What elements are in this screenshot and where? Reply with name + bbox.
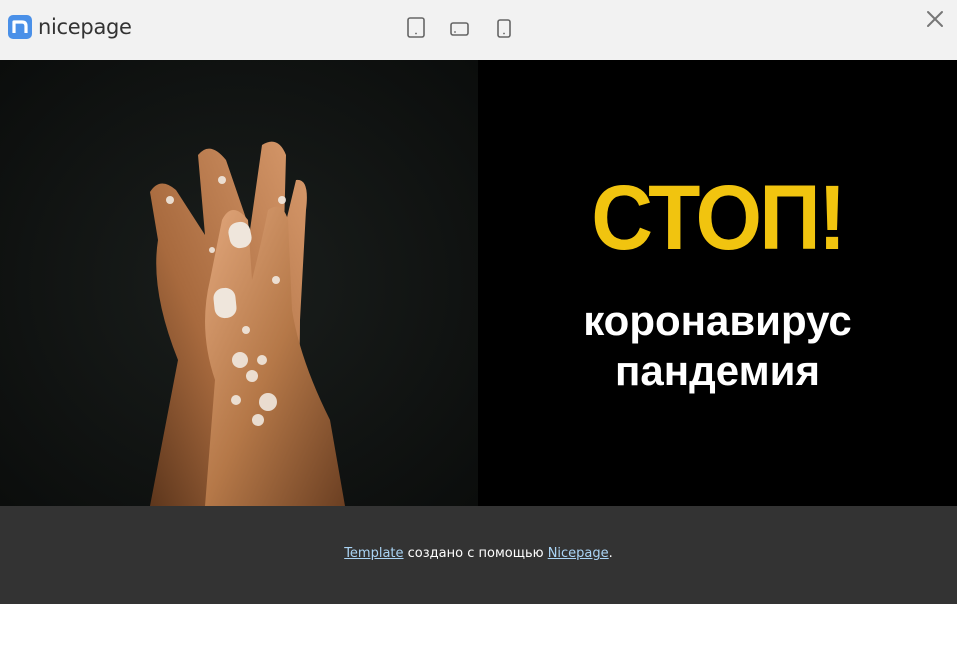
tablet-view-icon	[450, 22, 469, 36]
headline: СТОП!	[591, 167, 846, 269]
nicepage-link[interactable]: Nicepage	[548, 546, 609, 561]
footer: Template создано с помощью Nicepage.	[0, 506, 957, 604]
preview-toolbar: nicepage	[0, 0, 957, 60]
credit-middle-text: создано с помощью	[403, 546, 548, 561]
credit-end-text: .	[608, 546, 613, 561]
hands-washing-photo	[0, 60, 478, 506]
tablet-view-button[interactable]	[446, 14, 474, 42]
subtitle-line-2: пандемия	[615, 347, 820, 394]
phone-view-button[interactable]	[490, 14, 518, 42]
hero-section: СТОП! коронавирус пандемия	[0, 60, 957, 506]
desktop-view-button[interactable]	[402, 14, 430, 42]
device-switcher	[0, 14, 957, 42]
subtitle: коронавирус пандемия	[478, 296, 957, 396]
message-panel: СТОП! коронавирус пандемия	[478, 60, 957, 506]
close-button[interactable]	[925, 9, 945, 29]
footer-credit: Template создано с помощью Nicepage.	[0, 546, 957, 561]
subtitle-line-1: коронавирус	[583, 297, 852, 344]
template-link[interactable]: Template	[344, 546, 403, 561]
close-icon	[927, 11, 943, 27]
desktop-view-icon	[407, 17, 425, 38]
phone-view-icon	[497, 19, 511, 38]
